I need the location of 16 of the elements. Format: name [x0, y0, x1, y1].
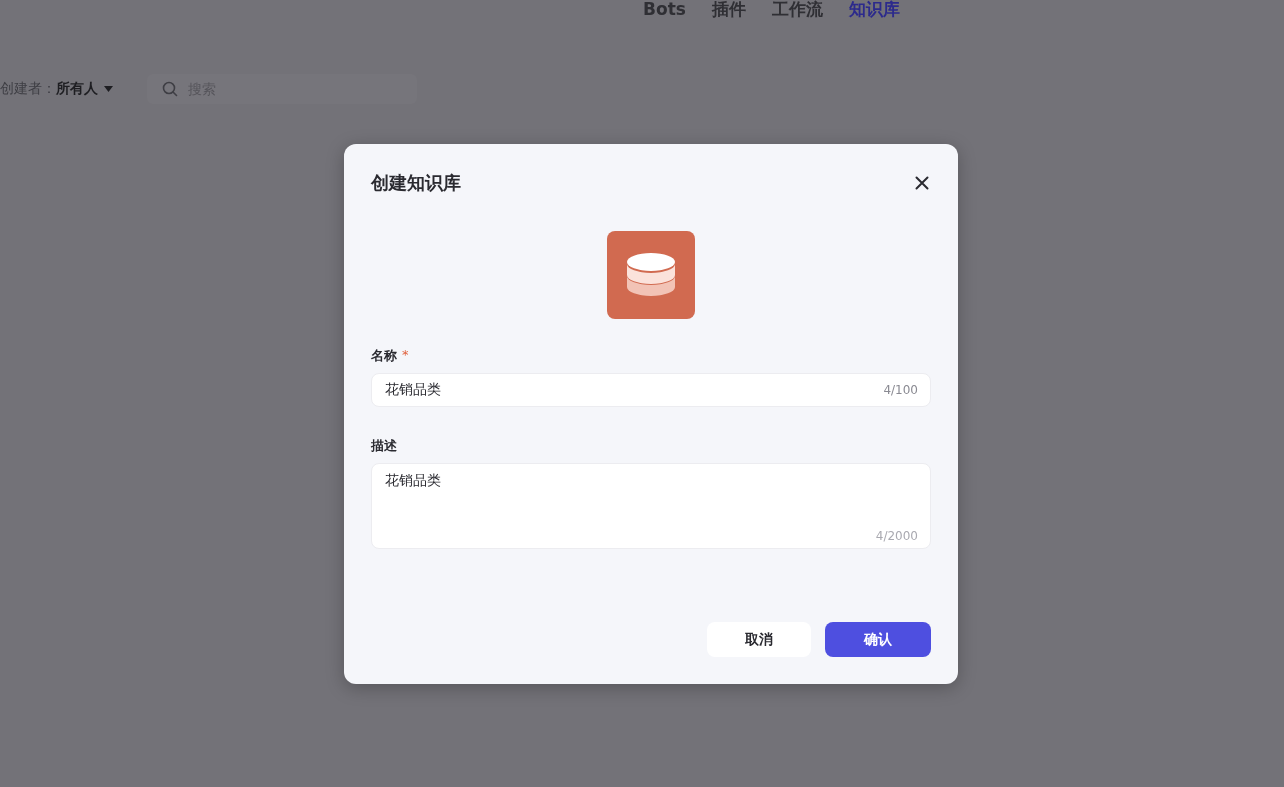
- character-counter: 4/2000: [875, 529, 918, 543]
- field-label: 描述: [371, 437, 397, 455]
- cancel-button[interactable]: 取消: [707, 622, 811, 657]
- nav-tab[interactable]: 插件: [711, 0, 746, 18]
- database-icon[interactable]: [607, 231, 695, 319]
- confirm-button[interactable]: 确认: [825, 622, 931, 657]
- field-label: 名称: [371, 347, 397, 365]
- creator-dropdown[interactable]: 所有人: [56, 80, 113, 98]
- nav-tab[interactable]: 工作流: [771, 0, 823, 18]
- required-mark: *: [402, 347, 409, 362]
- caret-icon: [104, 86, 113, 92]
- nav-tab[interactable]: Bots: [643, 0, 686, 18]
- nav-tab[interactable]: 知识库: [848, 0, 900, 18]
- close-button[interactable]: [913, 174, 931, 192]
- character-counter: 4/100: [883, 383, 918, 397]
- dialog-title: 创建知识库: [371, 171, 461, 195]
